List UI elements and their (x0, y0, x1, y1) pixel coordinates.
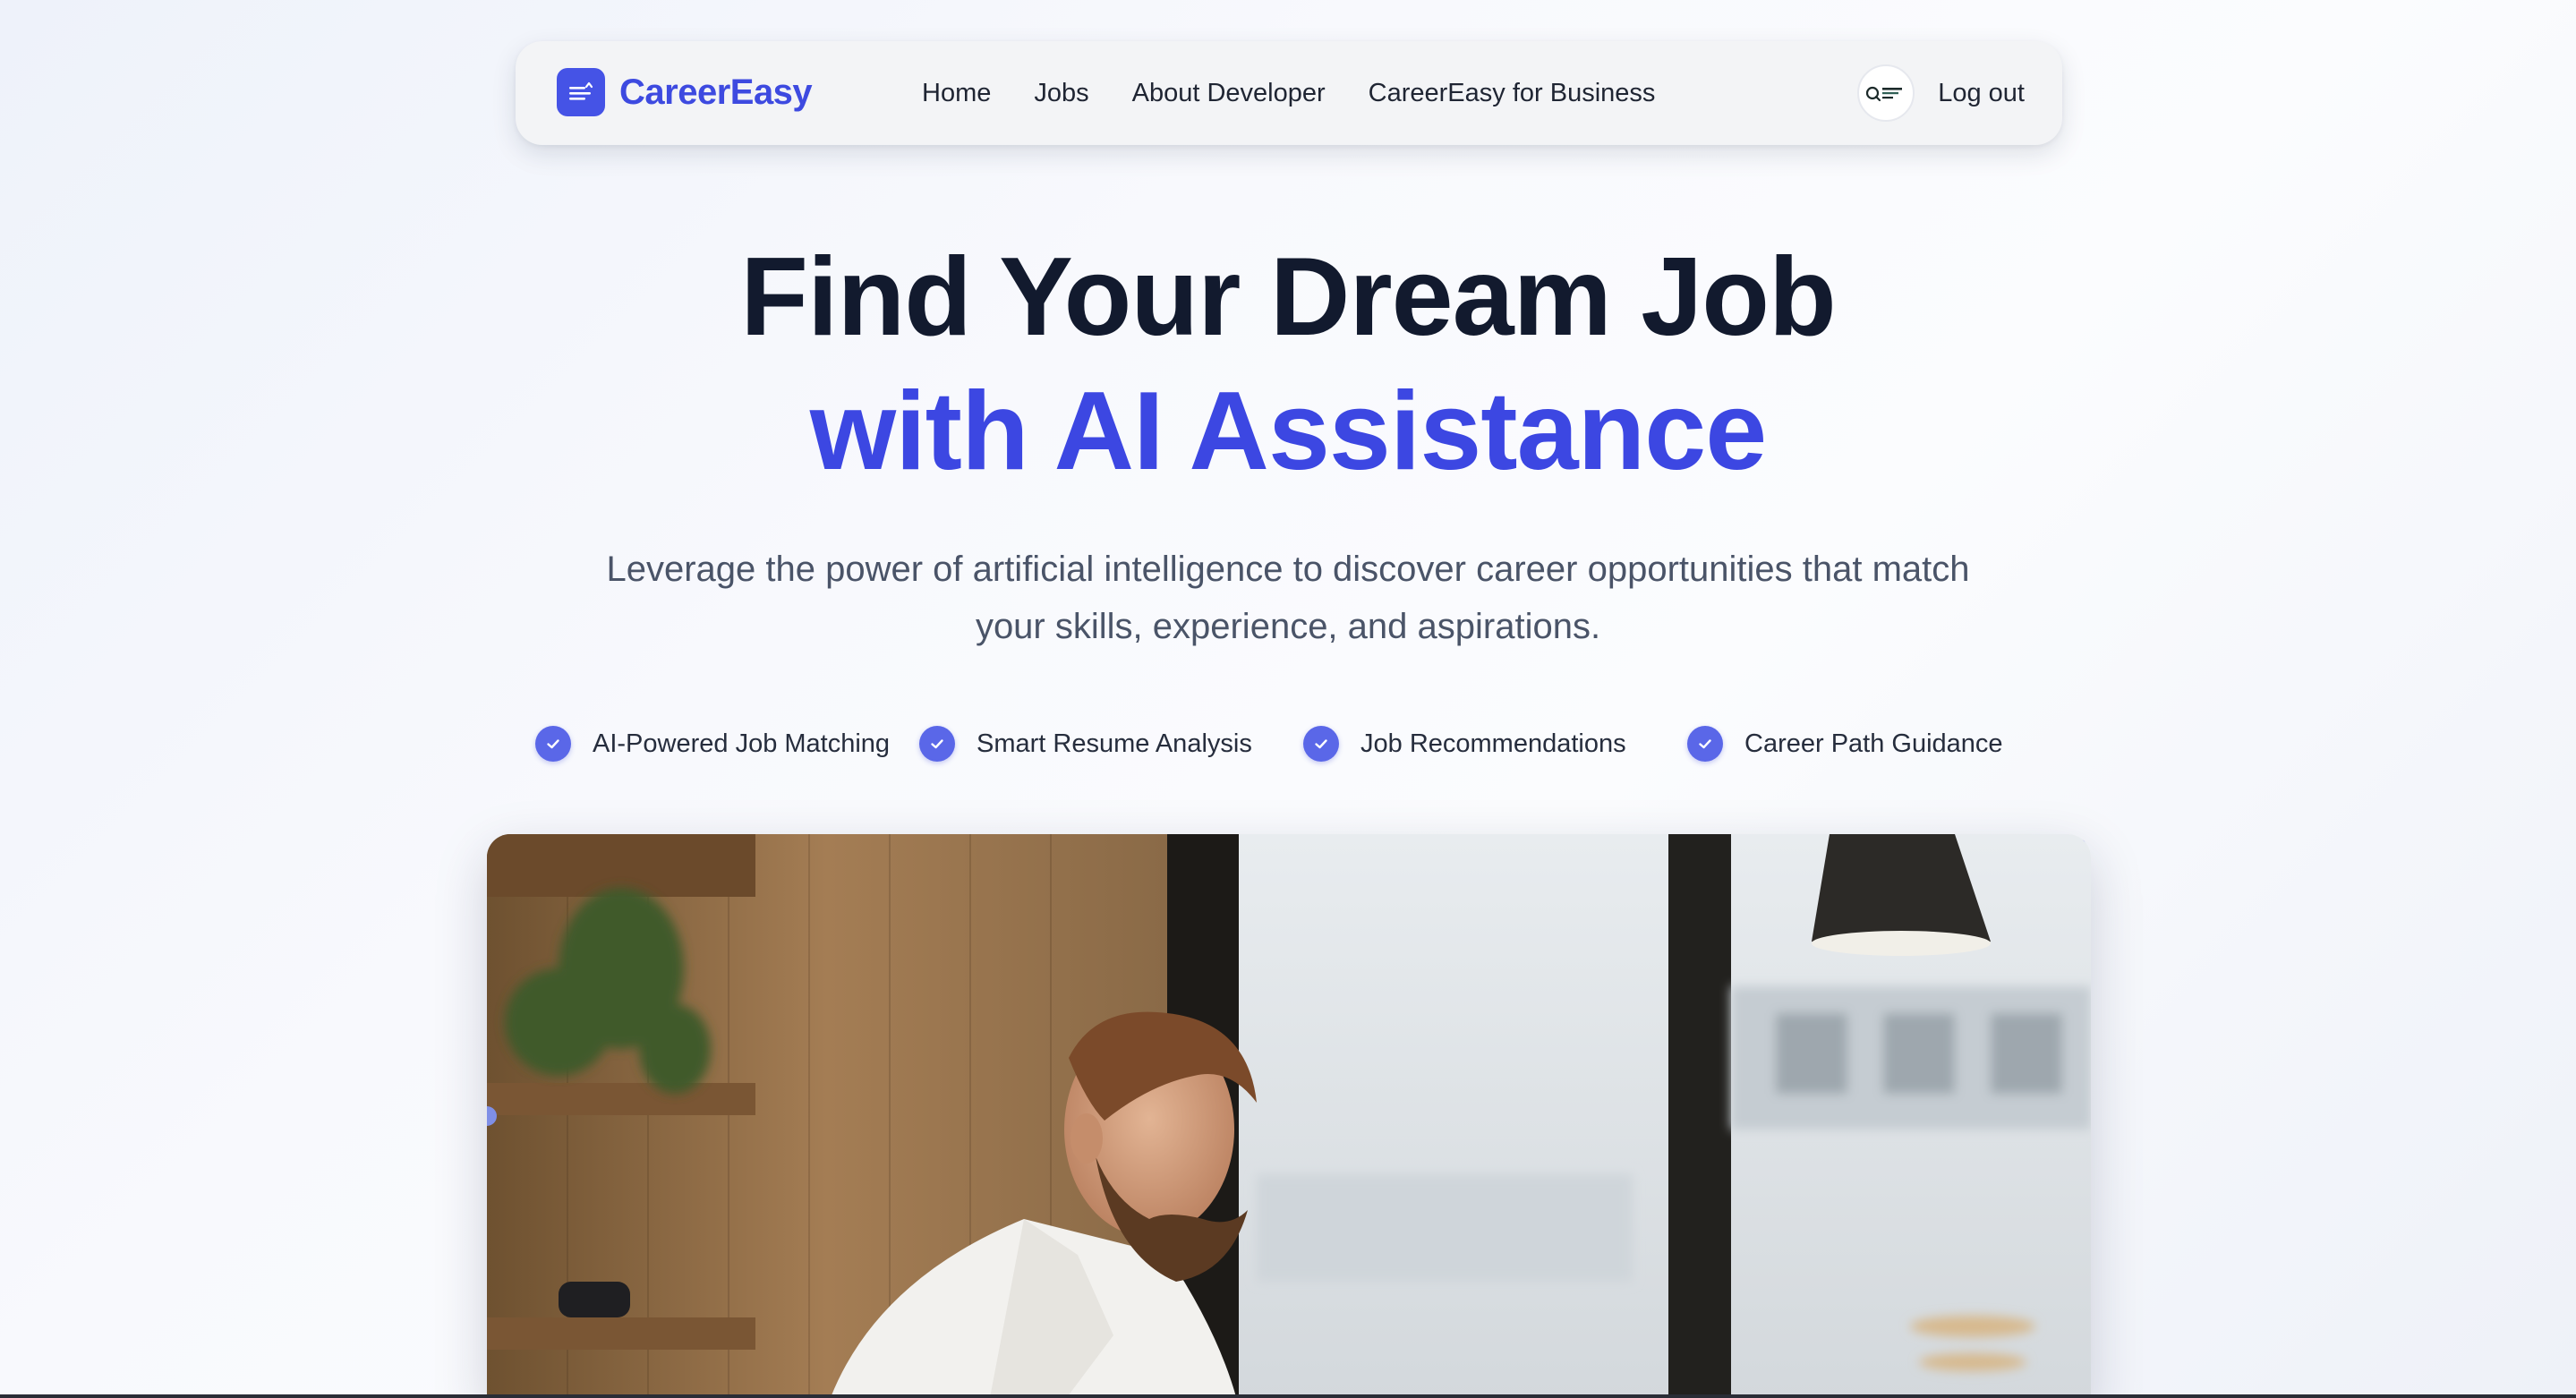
hero-title-line2: with AI Assistance (809, 370, 1767, 493)
nav-link-careereasy-for-business[interactable]: CareerEasy for Business (1369, 79, 1656, 108)
man-working-at-laptop-photo (487, 834, 2091, 1398)
check-circle-icon (535, 726, 571, 762)
feature-label: AI-Powered Job Matching (593, 729, 891, 758)
feature-label: Job Recommendations (1361, 729, 1626, 758)
top-navbar: CareerEasy Home Jobs About Developer Car… (516, 41, 2062, 145)
avatar[interactable] (1857, 64, 1915, 122)
nav-link-about-developer[interactable]: About Developer (1132, 79, 1326, 108)
feature-item: Job Recommendations (1303, 721, 1626, 766)
nav-user-area: Log out (1857, 41, 2025, 145)
careereasy-logo-icon (1866, 86, 1903, 102)
check-circle-icon (1687, 726, 1723, 762)
feature-item: AI-Powered Job Matching (535, 721, 890, 766)
page: CareerEasy Home Jobs About Developer Car… (0, 0, 2576, 1398)
check-circle-icon (919, 726, 955, 762)
feature-list: AI-Powered Job Matching Smart Resume Ana… (0, 721, 2576, 766)
feature-label: Smart Resume Analysis (977, 729, 1252, 758)
feature-item: Smart Resume Analysis (919, 721, 1252, 766)
feature-item: Career Path Guidance (1687, 721, 2003, 766)
brand-name: CareerEasy (619, 72, 813, 112)
brand-logo-link[interactable]: CareerEasy (557, 68, 813, 116)
feature-label: Career Path Guidance (1744, 729, 2003, 758)
document-icon (557, 68, 605, 116)
nav-link-home[interactable]: Home (922, 79, 991, 108)
nav-link-jobs[interactable]: Jobs (1034, 79, 1088, 108)
check-circle-icon (1303, 726, 1339, 762)
nav-links: Home Jobs About Developer CareerEasy for… (922, 41, 1698, 145)
logout-button[interactable]: Log out (1938, 79, 2025, 108)
hero-subtitle: Leverage the power of artificial intelli… (606, 550, 1970, 646)
hero-title-line1: Find Your Dream Job (740, 235, 1836, 359)
